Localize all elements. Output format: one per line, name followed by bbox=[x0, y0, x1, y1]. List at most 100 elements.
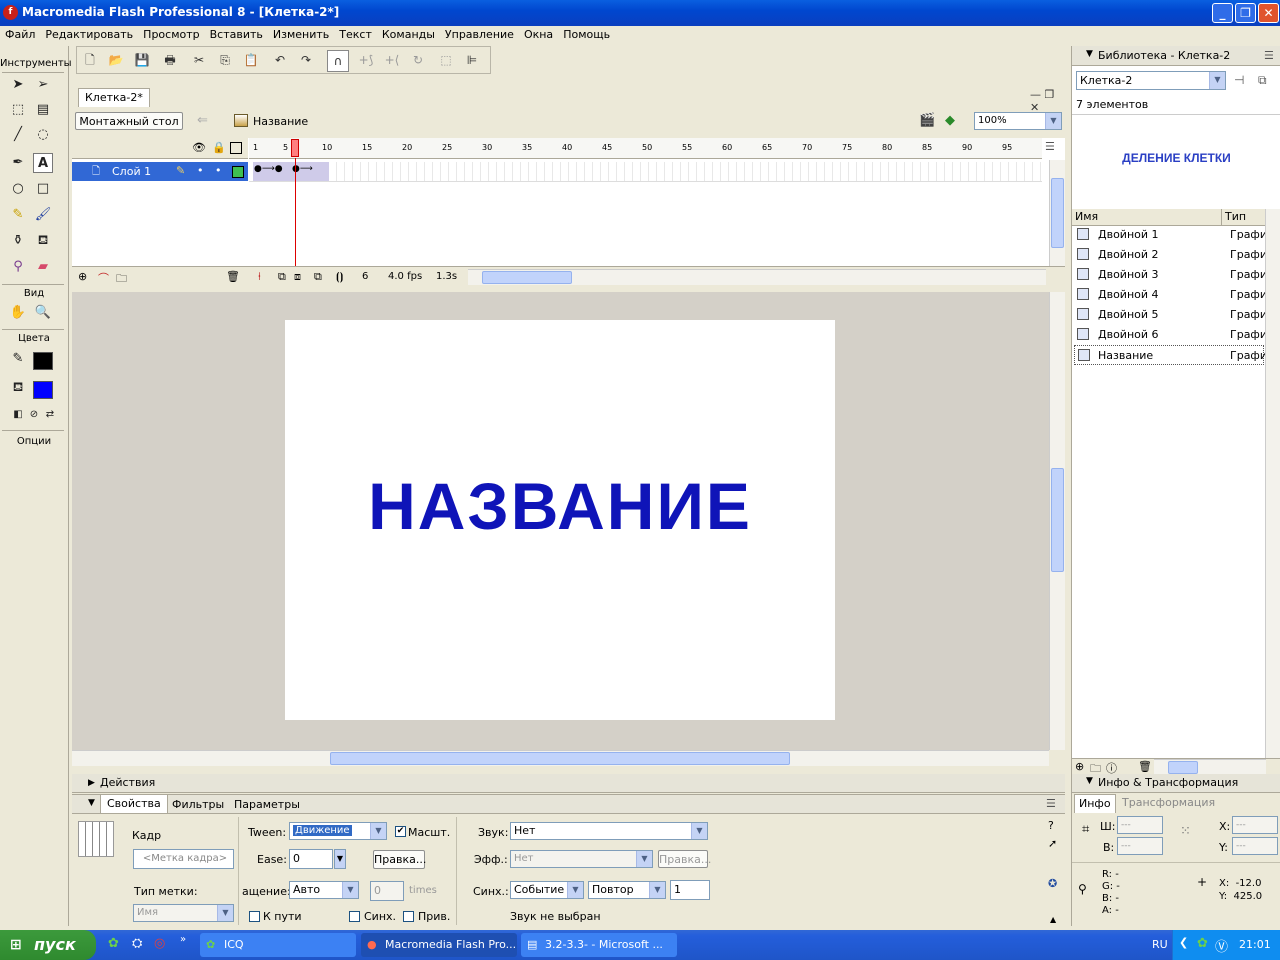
stage[interactable]: НАЗВАНИЕ bbox=[285, 320, 835, 720]
task-word[interactable]: ▤ 3.2-3.3- - Microsoft ... bbox=[521, 933, 677, 957]
menu-control[interactable]: Управление bbox=[440, 26, 519, 41]
menu-window[interactable]: Окна bbox=[519, 26, 558, 41]
menu-help[interactable]: Помощь bbox=[558, 26, 615, 41]
align-icon[interactable]: ⊫ bbox=[464, 52, 480, 68]
menu-text[interactable]: Текст bbox=[334, 26, 377, 41]
ink-bottle-icon[interactable]: ⚱ bbox=[8, 231, 28, 251]
visibility-dot[interactable]: • bbox=[197, 164, 204, 177]
timeline-menu-icon[interactable]: ☰ bbox=[1045, 140, 1055, 153]
accessibility-icon[interactable]: ✪ bbox=[1048, 877, 1057, 890]
lasso-icon[interactable]: ◌ bbox=[33, 125, 53, 145]
hand-tool-icon[interactable]: ✋ bbox=[8, 303, 28, 323]
new-library-panel-icon[interactable]: ⧉ bbox=[1258, 73, 1267, 88]
lock-dot[interactable]: • bbox=[215, 164, 222, 177]
icq-flower-icon[interactable]: ✿ bbox=[1197, 936, 1208, 951]
eyedropper-icon[interactable]: ⚲ bbox=[8, 257, 28, 277]
layer-row[interactable]: 🗋 Слой 1 ✎ • • bbox=[72, 162, 248, 181]
sync-checkbox[interactable] bbox=[349, 911, 360, 922]
snap-magnet-icon[interactable]: ∩ bbox=[327, 50, 349, 72]
oval-tool-icon[interactable]: ○ bbox=[8, 179, 28, 199]
frame-row[interactable]: ●⟶● ●⟶ bbox=[249, 162, 1042, 182]
list-item[interactable]: Двойной 1 Графи bbox=[1074, 225, 1267, 245]
menu-insert[interactable]: Вставить bbox=[205, 26, 268, 41]
edit-in-place-icon[interactable]: ➚ bbox=[1048, 837, 1057, 850]
library-vertical-scrollbar[interactable] bbox=[1265, 209, 1280, 759]
list-item[interactable]: Двойной 6 Графи bbox=[1074, 325, 1267, 345]
list-item[interactable]: Двойной 3 Графи bbox=[1074, 265, 1267, 285]
layer-color-box[interactable] bbox=[232, 166, 244, 178]
gradient-transform-icon[interactable]: ▤ bbox=[33, 100, 53, 120]
zoom-tool-icon[interactable]: 🔍 bbox=[33, 303, 53, 323]
tab-parameters[interactable]: Параметры bbox=[234, 798, 300, 811]
ease-dropdown-icon[interactable]: ▼ bbox=[334, 849, 346, 869]
help-icon[interactable]: ? bbox=[1048, 819, 1054, 832]
print-icon[interactable]: 🖶 bbox=[162, 52, 178, 68]
antivirus-icon[interactable]: Ⓥ bbox=[1215, 936, 1228, 955]
edit-multiple-frames-icon[interactable]: ⧉ bbox=[314, 270, 322, 284]
fill-color-swatch[interactable] bbox=[33, 381, 53, 399]
rotate-select[interactable]: Авто ▼ bbox=[289, 881, 359, 899]
task-flash[interactable]: ● Macromedia Flash Pro... bbox=[361, 933, 517, 957]
menu-file[interactable]: Файл bbox=[0, 26, 40, 41]
list-item[interactable]: Двойной 5 Графи bbox=[1074, 305, 1267, 325]
tab-properties[interactable]: Свойства bbox=[100, 795, 168, 813]
scale-icon[interactable]: ⬚ bbox=[438, 52, 454, 68]
subselection-arrow-icon[interactable]: ➢ bbox=[33, 75, 53, 95]
rotate-icon[interactable]: ↻ bbox=[410, 52, 426, 68]
line-tool-icon[interactable]: ╱ bbox=[8, 125, 28, 145]
collapse-up-icon[interactable]: ▲ bbox=[1050, 915, 1056, 924]
snap-checkbox[interactable] bbox=[403, 911, 414, 922]
timeline-vertical-scrollbar[interactable] bbox=[1049, 160, 1065, 266]
straighten-icon[interactable]: +⟨ bbox=[384, 52, 400, 68]
repeat-count-input[interactable]: 1 bbox=[670, 880, 710, 900]
pencil-icon[interactable]: ✎ bbox=[8, 205, 28, 225]
col-type[interactable]: Тип bbox=[1225, 210, 1246, 223]
orient-to-path-checkbox[interactable] bbox=[249, 911, 260, 922]
paint-bucket-icon[interactable]: ⛾ bbox=[33, 231, 53, 251]
trash-icon[interactable]: 🗑 bbox=[1138, 760, 1152, 773]
new-file-icon[interactable]: 🗋 bbox=[82, 52, 98, 68]
close-button[interactable]: ✕ bbox=[1258, 3, 1279, 23]
selection-arrow-icon[interactable]: ➤ bbox=[8, 75, 28, 95]
timeline-horizontal-scrollbar[interactable] bbox=[468, 269, 1046, 285]
add-folder-icon[interactable]: 🗀 bbox=[116, 270, 127, 289]
copy-icon[interactable]: ⎘ bbox=[217, 52, 233, 68]
free-transform-icon[interactable]: ⬚ bbox=[8, 100, 28, 120]
stage-vertical-scrollbar[interactable] bbox=[1049, 292, 1065, 750]
new-symbol-icon[interactable]: ⊕ bbox=[1075, 760, 1084, 773]
eraser-icon[interactable]: ▰ bbox=[33, 257, 53, 277]
task-icq[interactable]: ✿ ICQ bbox=[200, 933, 356, 957]
library-header[interactable]: ▼ Библиотека - Клетка-2 ☰ bbox=[1072, 46, 1280, 66]
chevron-expand-icon[interactable]: » bbox=[180, 934, 186, 945]
menu-commands[interactable]: Команды bbox=[377, 26, 440, 41]
effect-select[interactable]: Нет ▼ bbox=[510, 850, 653, 868]
library-document-select[interactable]: Клетка-2 ▼ bbox=[1076, 71, 1226, 90]
frame-name-input[interactable]: <Метка кадра> bbox=[133, 849, 234, 869]
onion-outline-icon[interactable]: ⧈ bbox=[294, 270, 301, 284]
stroke-color-swatch[interactable] bbox=[33, 352, 53, 370]
list-item[interactable]: Двойной 2 Графи bbox=[1074, 245, 1267, 265]
lock-icon[interactable]: 🔒 bbox=[212, 141, 226, 154]
open-file-icon[interactable]: 📂 bbox=[108, 52, 124, 68]
language-indicator[interactable]: RU bbox=[1152, 938, 1168, 951]
menu-view[interactable]: Просмотр bbox=[138, 26, 204, 41]
grid-origin-icon[interactable]: ⁙ bbox=[1180, 824, 1191, 839]
swap-colors-icon[interactable]: ⇄ bbox=[40, 405, 60, 425]
symbol-breadcrumb[interactable]: Название bbox=[253, 115, 308, 128]
smooth-icon[interactable]: +⟆ bbox=[358, 52, 374, 68]
redo-icon[interactable]: ↷ bbox=[298, 52, 314, 68]
x-input[interactable]: --- bbox=[1232, 816, 1278, 834]
menu-edit[interactable]: Редактировать bbox=[40, 26, 138, 41]
undo-icon[interactable]: ↶ bbox=[272, 52, 288, 68]
scale-checkbox[interactable]: ✔ bbox=[395, 826, 406, 837]
collapse-arrow-icon[interactable]: ▼ bbox=[88, 798, 95, 808]
zoom-select[interactable]: 100% ▼ bbox=[974, 112, 1062, 130]
tab-transform[interactable]: Трансформация bbox=[1122, 796, 1215, 809]
document-tab[interactable]: Клетка-2* bbox=[78, 88, 150, 107]
text-tool-icon[interactable]: A bbox=[33, 153, 53, 173]
rectangle-tool-icon[interactable]: □ bbox=[33, 179, 53, 199]
pen-tool-icon[interactable]: ✒ bbox=[8, 153, 28, 173]
info-header[interactable]: ▼ Инфо & Трансформация bbox=[1072, 774, 1280, 793]
library-horizontal-scrollbar[interactable] bbox=[1154, 759, 1266, 775]
edit-symbol-icon[interactable]: ◆ bbox=[945, 113, 955, 128]
